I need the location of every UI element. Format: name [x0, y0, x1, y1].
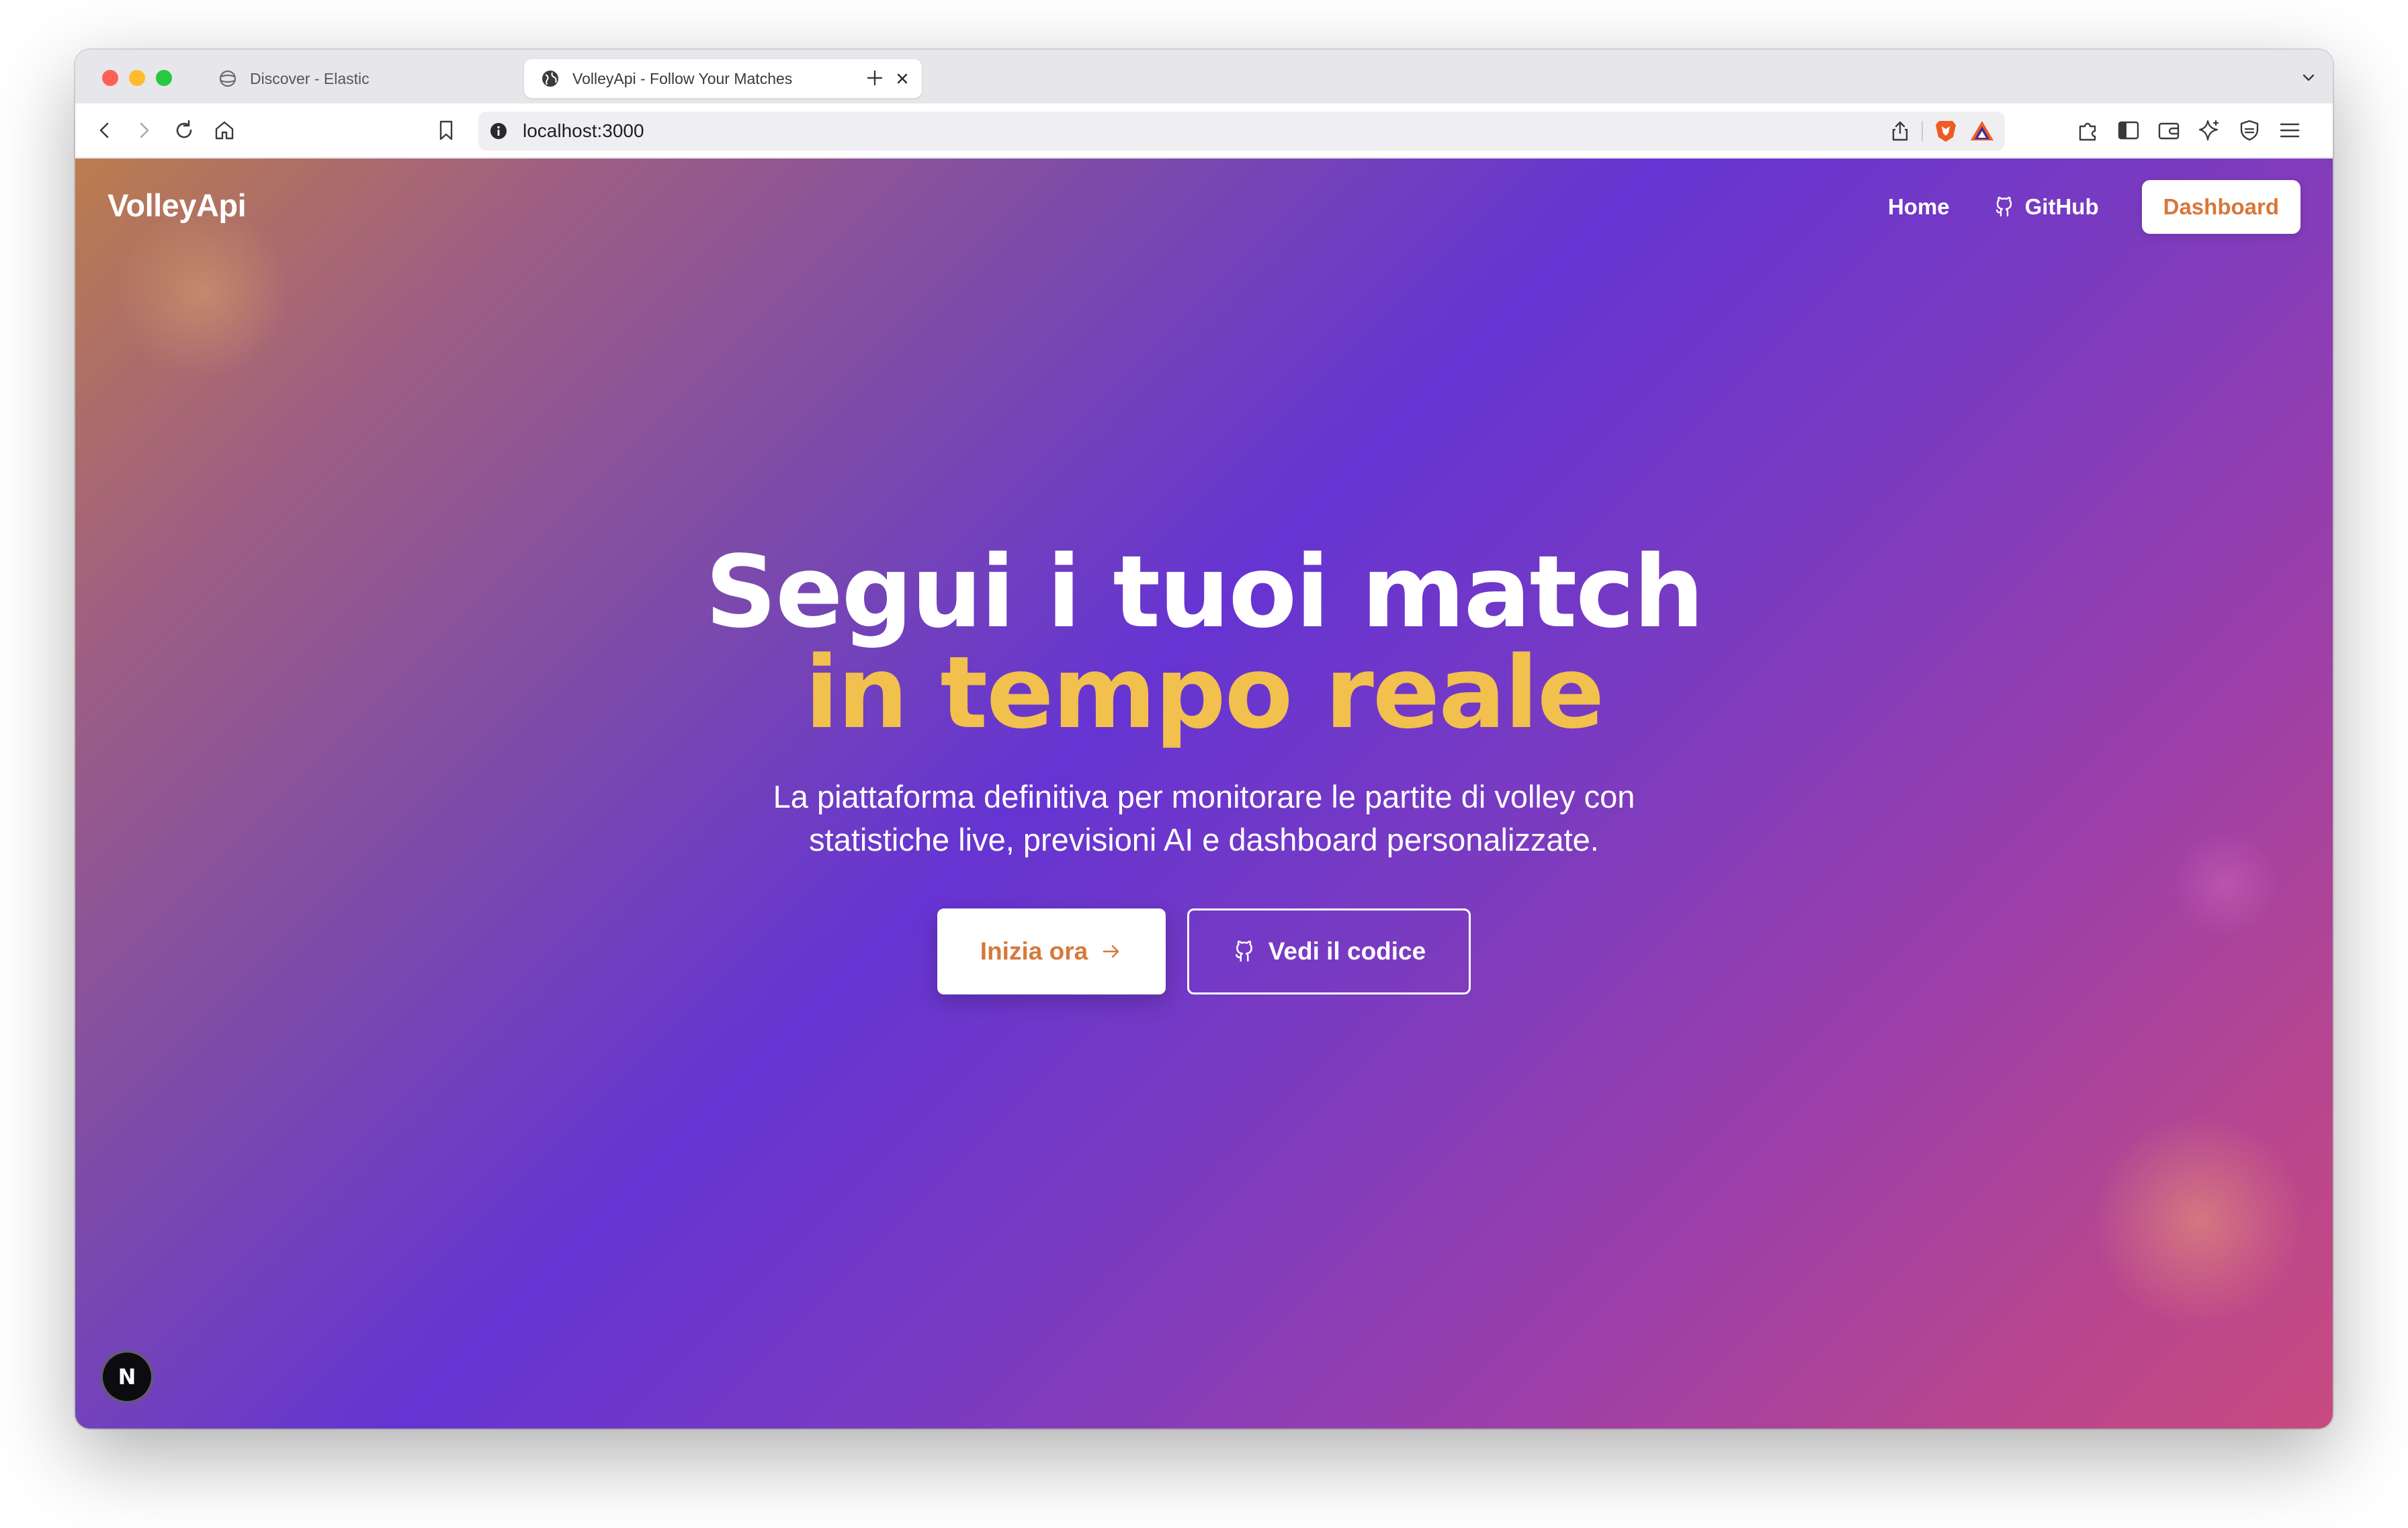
tab-title: Discover - Elastic	[250, 69, 370, 87]
share-icon[interactable]	[1889, 120, 1911, 142]
puzzle-icon	[2079, 122, 2096, 141]
hero-subtitle: La piattaforma definitiva per monitorare…	[773, 779, 1635, 857]
home-button[interactable]	[211, 117, 238, 144]
chevron-left-icon	[99, 122, 109, 138]
reload-button[interactable]	[171, 117, 198, 144]
minimize-window-button[interactable]	[129, 70, 145, 86]
reload-icon	[176, 120, 192, 138]
close-tab-icon[interactable]	[894, 70, 911, 87]
view-code-label: Vedi il codice	[1268, 937, 1426, 965]
nextjs-dev-indicator[interactable]: N	[101, 1351, 153, 1403]
url-text: localhost:3000	[523, 120, 644, 141]
home-icon	[215, 121, 234, 140]
menu-button[interactable]	[2276, 117, 2303, 144]
nav-links: Home GitHub Dashboard	[1888, 180, 2300, 234]
chevron-down-icon[interactable]	[2299, 69, 2318, 87]
divider	[1922, 121, 1923, 141]
nextjs-logo-icon: N	[118, 1364, 136, 1390]
github-icon	[1235, 940, 1252, 962]
zoom-window-button[interactable]	[156, 70, 172, 86]
site-info-icon[interactable]	[489, 122, 508, 140]
view-code-button[interactable]: Vedi il codice	[1187, 908, 1471, 994]
address-bar-actions	[1889, 118, 1995, 144]
dashboard-button[interactable]: Dashboard	[2141, 180, 2300, 234]
nav-github-link[interactable]: GitHub	[1993, 194, 2099, 220]
decorative-glow	[2091, 1113, 2306, 1328]
brave-rewards-icon[interactable]	[1969, 119, 1995, 143]
bookmark-icon	[439, 120, 453, 140]
browser-window: Discover - Elastic VolleyApi - Follow Yo…	[75, 50, 2333, 1429]
page-viewport: VolleyApi Home GitHub Dashboard Segui i …	[75, 159, 2333, 1429]
hamburger-menu-icon	[2280, 123, 2300, 138]
sidebar-icon	[2118, 121, 2139, 140]
close-window-button[interactable]	[102, 70, 118, 86]
nav-github-label: GitHub	[2024, 194, 2099, 219]
shield-icon	[2240, 120, 2259, 141]
tab-discover-elastic[interactable]: Discover - Elastic	[207, 59, 516, 98]
tab-title: VolleyApi - Follow Your Matches	[572, 69, 793, 87]
github-icon	[1995, 196, 2012, 217]
bookmark-button[interactable]	[433, 117, 460, 144]
vpn-button[interactable]	[2236, 117, 2263, 144]
elastic-icon	[219, 70, 236, 87]
brave-shields-icon[interactable]	[1934, 118, 1958, 144]
arrow-right-icon	[1103, 945, 1119, 958]
wallet-button[interactable]	[2155, 117, 2182, 144]
chevron-right-icon	[140, 122, 149, 138]
sparkle-icon	[2198, 120, 2219, 141]
sidebar-button[interactable]	[2115, 117, 2142, 144]
back-button[interactable]	[91, 117, 118, 144]
nav-home-link[interactable]: Home	[1888, 194, 1950, 220]
site-navbar: VolleyApi Home GitHub Dashboard	[75, 159, 2333, 259]
extensions-button[interactable]	[2075, 117, 2102, 144]
wallet-icon	[2158, 122, 2180, 140]
leo-ai-button[interactable]	[2196, 117, 2223, 144]
hero-actions: Inizia ora Vedi il codice	[75, 908, 2333, 994]
get-started-label: Inizia ora	[980, 937, 1088, 965]
hero-title-line1: Segui i tuoi match	[705, 534, 1705, 650]
hero-section: Segui i tuoi match in tempo reale La pia…	[75, 542, 2333, 994]
new-tab-icon[interactable]	[863, 66, 887, 90]
globe-icon	[542, 71, 558, 87]
brand-logo[interactable]: VolleyApi	[108, 187, 247, 224]
address-bar[interactable]: localhost:3000	[478, 112, 2005, 151]
tab-bar: Discover - Elastic VolleyApi - Follow Yo…	[75, 50, 2333, 103]
forward-button[interactable]	[130, 117, 157, 144]
get-started-button[interactable]: Inizia ora	[937, 908, 1166, 994]
hero-title: Segui i tuoi match in tempo reale	[75, 542, 2333, 743]
nav-home-label: Home	[1887, 194, 1950, 219]
hero-title-highlight: in tempo reale	[804, 635, 1604, 751]
browser-toolbar: localhost:3000	[75, 103, 2333, 159]
